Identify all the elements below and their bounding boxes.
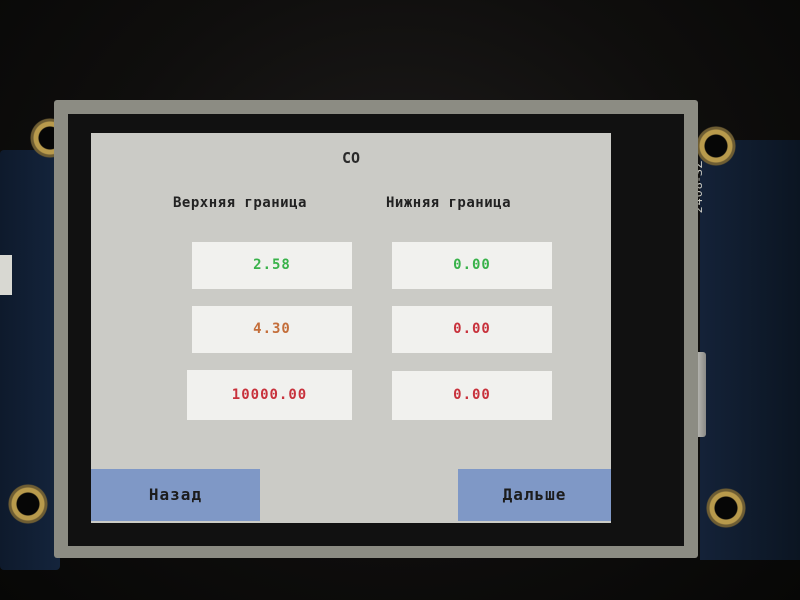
lcd-screen: CO Верхняя граница Нижняя граница 2.58 4… [91,133,611,523]
upper-limit-field-1[interactable]: 2.58 [192,242,352,289]
back-button[interactable]: Назад [91,469,260,521]
upper-limit-field-2[interactable]: 4.30 [192,306,352,353]
lower-limit-field-2[interactable]: 0.00 [392,306,552,353]
mounting-hole-bottom-right [706,488,746,528]
upper-limit-header: Верхняя граница [173,195,307,211]
lower-limit-header: Нижняя граница [386,195,512,211]
upper-limit-field-3[interactable]: 10000.00 [187,370,352,420]
next-button[interactable]: Дальше [458,469,611,521]
lower-limit-field-3[interactable]: 0.00 [392,371,552,420]
device-photo: 2408-SZ CO Верхняя граница Нижняя границ… [0,0,800,600]
mounting-hole-bottom-left [8,484,48,524]
lower-limit-field-1[interactable]: 0.00 [392,242,552,289]
page-title: CO [341,149,361,167]
white-connector-tab [0,255,12,295]
